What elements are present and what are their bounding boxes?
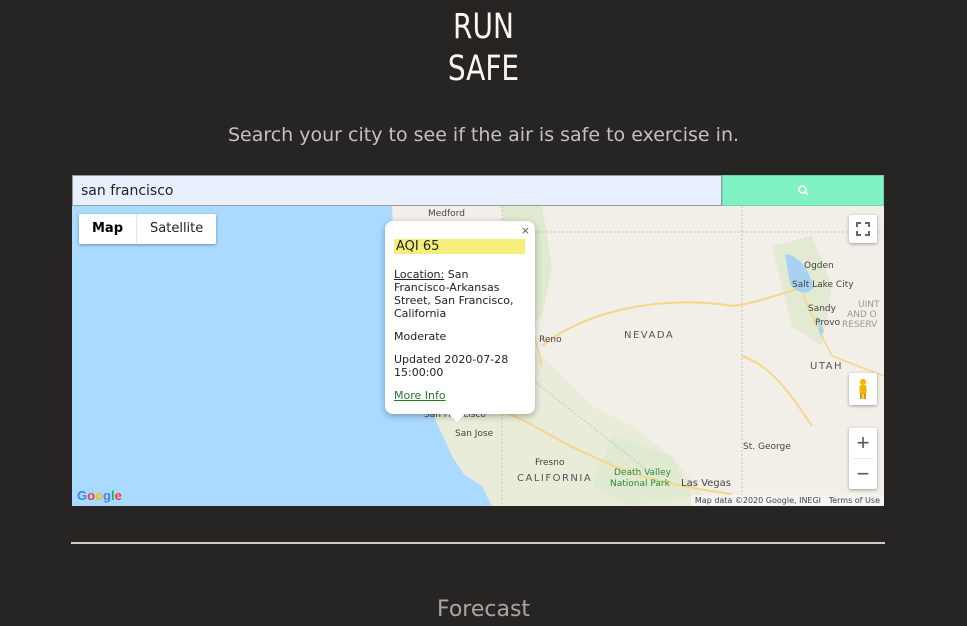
street-view-pegman[interactable] xyxy=(849,373,877,405)
logo: RUN SAFE xyxy=(97,6,871,90)
map-label-utah: UTAH xyxy=(810,361,844,372)
map-label-salt-lake-city: Salt Lake City xyxy=(792,280,854,290)
map-label-national-park: National Park xyxy=(610,479,670,489)
fullscreen-icon xyxy=(856,222,870,236)
more-info-link[interactable]: More Info xyxy=(394,389,446,402)
map-label-ogden: Ogden xyxy=(804,261,834,271)
map-label-las-vegas: Las Vegas xyxy=(681,478,731,489)
map[interactable]: Map Satellite + − Medford NEVADA CALIFOR… xyxy=(72,206,884,506)
google-logo: Google xyxy=(77,488,122,503)
zoom-control: + − xyxy=(849,428,877,489)
map-label-uinta-2: AND O xyxy=(847,310,877,320)
zoom-in-button[interactable]: + xyxy=(857,428,870,458)
map-label-nevada: NEVADA xyxy=(624,330,675,341)
map-type-control: Map Satellite xyxy=(79,214,217,244)
popup-tail xyxy=(449,414,465,422)
map-label-st-george: St. George xyxy=(743,442,791,452)
close-popup-button[interactable]: × xyxy=(521,224,530,237)
city-search-input[interactable] xyxy=(72,175,722,206)
map-label-san-jose: San Jose xyxy=(455,429,494,439)
map-label-reno: Reno xyxy=(539,335,562,345)
map-data-credit: Map data ©2020 Google, INEGI xyxy=(694,496,822,505)
fullscreen-button[interactable] xyxy=(849,215,877,243)
location-label: Location: xyxy=(394,268,445,281)
map-attribution: Map data ©2020 Google, INEGI Terms of Us… xyxy=(690,495,884,506)
terms-of-use-link[interactable]: Terms of Use xyxy=(829,496,880,505)
section-divider xyxy=(71,542,885,544)
search-icon xyxy=(797,185,809,196)
search-button[interactable] xyxy=(722,175,884,206)
search-bar xyxy=(72,175,884,206)
map-label-fresno: Fresno xyxy=(535,458,565,468)
map-type-map-button[interactable]: Map xyxy=(79,214,136,244)
map-type-satellite-button[interactable]: Satellite xyxy=(137,214,216,244)
map-label-uinta-1: UINT xyxy=(858,300,880,310)
aqi-category: Moderate xyxy=(394,330,447,343)
zoom-out-button[interactable]: − xyxy=(857,459,870,489)
aqi-info-window: × AQI 65 Location: San Francisco-Arkansa… xyxy=(385,221,535,422)
forecast-heading: Forecast xyxy=(436,597,531,622)
map-label-sandy: Sandy xyxy=(808,304,836,314)
map-label-uinta-3: RESERV xyxy=(842,320,878,330)
tagline: Search your city to see if the air is sa… xyxy=(227,124,740,146)
map-label-california: CALIFORNIA xyxy=(517,473,593,484)
logo-line-2: SAFE xyxy=(447,49,520,89)
map-label-provo: Provo xyxy=(815,318,841,328)
location-info: Location: San Francisco-Arkansas Street,… xyxy=(394,268,525,320)
logo-line-1: RUN xyxy=(453,7,514,47)
updated-time: Updated 2020-07-28 15:00:00 xyxy=(394,353,509,379)
pegman-icon xyxy=(859,379,867,399)
aqi-value: AQI 65 xyxy=(394,239,525,254)
map-label-medford: Medford xyxy=(428,209,465,219)
map-label-death-valley: Death Valley xyxy=(614,468,671,478)
